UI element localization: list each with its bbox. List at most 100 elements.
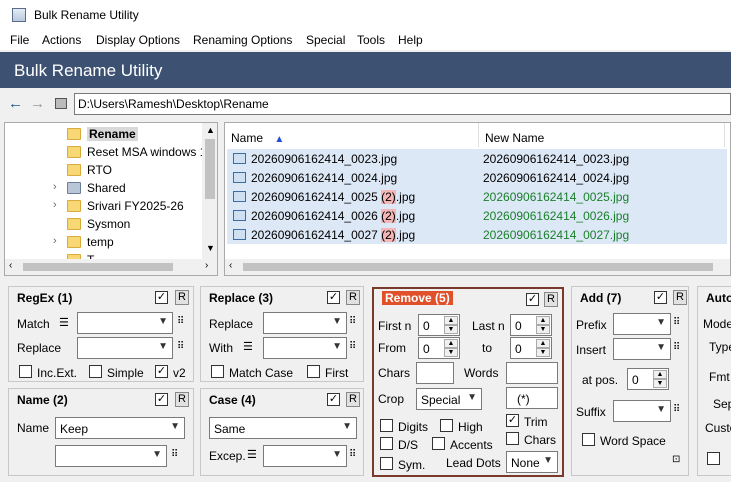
spin-up-icon[interactable]: ▲ — [536, 316, 550, 325]
file-row[interactable]: 20260906162414_0027 (2).jpg 202609061624… — [227, 225, 727, 244]
chevron-down-icon[interactable]: ▼ — [342, 421, 352, 432]
trim-checkbox[interactable]: ✓ — [506, 414, 519, 427]
tree-item[interactable]: Reset MSA windows 1 — [5, 143, 206, 161]
name-text-combo[interactable]: ▼ — [55, 445, 167, 467]
ds-checkbox[interactable] — [380, 437, 393, 450]
menu-display-options[interactable]: Display Options — [96, 33, 180, 47]
crop-select[interactable]: Special ▼ — [416, 388, 482, 410]
replace-enable-checkbox[interactable]: ✓ — [327, 291, 340, 304]
menu-list-icon[interactable]: ☰ — [59, 316, 69, 329]
tree-item[interactable]: › temp — [5, 233, 205, 251]
spin-down-icon[interactable]: ▼ — [444, 348, 458, 357]
regex-enable-checkbox[interactable]: ✓ — [155, 291, 168, 304]
chars-input[interactable] — [416, 362, 454, 384]
match-case-checkbox[interactable] — [211, 365, 224, 378]
chevron-down-icon[interactable]: ▼ — [656, 317, 666, 328]
file-row[interactable]: 20260906162414_0023.jpg 20260906162414_0… — [227, 149, 727, 168]
words-input[interactable] — [506, 362, 558, 384]
spin-up-icon[interactable]: ▲ — [536, 339, 550, 348]
name-enable-checkbox[interactable]: ✓ — [155, 393, 168, 406]
menu-renaming-options[interactable]: Renaming Options — [193, 33, 292, 47]
name-mode-select[interactable]: Keep ▼ — [55, 417, 185, 439]
spin-down-icon[interactable]: ▼ — [536, 325, 550, 334]
path-input[interactable]: D:\Users\Ramesh\Desktop\Rename — [74, 93, 731, 115]
chevron-up-icon[interactable]: ▲ — [206, 125, 215, 135]
with-combo[interactable]: ▼ — [263, 337, 347, 359]
folder-tree[interactable]: Rename Reset MSA windows 1 RTO › Shared … — [4, 122, 218, 276]
menu-list-icon[interactable]: ☰ — [247, 448, 257, 461]
prefix-combo[interactable]: ▼ — [613, 313, 671, 335]
grip-icon[interactable]: ⠿ — [673, 342, 680, 353]
remove-reset-button[interactable]: R — [544, 292, 558, 307]
incext-checkbox[interactable] — [19, 365, 32, 378]
drive-icon[interactable] — [55, 98, 67, 109]
name-reset-button[interactable]: R — [175, 392, 189, 407]
scrollbar-thumb[interactable] — [205, 139, 215, 199]
grip-icon[interactable]: ⠿ — [171, 449, 178, 460]
chevron-down-icon[interactable]: ▼ — [158, 316, 168, 327]
spin-up-icon[interactable]: ▲ — [653, 370, 667, 379]
spin-down-icon[interactable]: ▼ — [653, 379, 667, 388]
file-list[interactable]: Name ▲ New Name 20260906162414_0023.jpg … — [224, 122, 731, 276]
tree-item[interactable]: Rename — [5, 125, 205, 143]
spin-down-icon[interactable]: ▼ — [536, 348, 550, 357]
chevron-down-icon[interactable]: ▼ — [543, 455, 553, 466]
grip-icon[interactable]: ⠿ — [177, 316, 184, 327]
case-enable-checkbox[interactable]: ✓ — [327, 393, 340, 406]
back-arrow-icon[interactable]: ← — [8, 95, 23, 112]
from-spinner[interactable]: 0 ▲ ▼ — [418, 337, 460, 359]
menu-list-icon[interactable]: ☰ — [243, 340, 253, 353]
last-n-spinner[interactable]: 0 ▲ ▼ — [510, 314, 552, 336]
column-header-name[interactable]: Name ▲ — [225, 123, 479, 147]
tree-item[interactable]: Sysmon — [5, 215, 205, 233]
chevron-right-icon[interactable]: › — [53, 235, 57, 247]
chevron-left-icon[interactable]: ‹ — [229, 260, 232, 271]
remove-enable-checkbox[interactable]: ✓ — [526, 293, 539, 306]
accents-checkbox[interactable] — [432, 437, 445, 450]
scrollbar-thumb[interactable] — [23, 263, 173, 271]
menu-tools[interactable]: Tools — [357, 33, 385, 47]
file-row[interactable]: 20260906162414_0024.jpg 20260906162414_0… — [227, 168, 727, 187]
menu-file[interactable]: File — [10, 33, 29, 47]
file-row[interactable]: 20260906162414_0026 (2).jpg 202609061624… — [227, 206, 727, 225]
regex-reset-button[interactable]: R — [175, 290, 189, 305]
case-select[interactable]: Same ▼ — [209, 417, 357, 439]
grip-icon[interactable]: ⠿ — [349, 341, 356, 352]
tree-item[interactable]: › Shared — [5, 179, 205, 197]
crop-text-input[interactable]: (*) — [506, 387, 558, 409]
chevron-right-icon[interactable]: › — [205, 260, 208, 271]
spin-up-icon[interactable]: ▲ — [444, 339, 458, 348]
tree-horizontal-scrollbar[interactable]: ‹ › — [5, 259, 217, 275]
chevron-down-icon[interactable]: ▼ — [170, 421, 180, 432]
digits-checkbox[interactable] — [380, 419, 393, 432]
chevron-down-icon[interactable]: ▼ — [656, 404, 666, 415]
replace-combo[interactable]: ▼ — [263, 312, 347, 334]
chevron-down-icon[interactable]: ▼ — [467, 392, 477, 403]
forward-arrow-icon[interactable]: → — [30, 95, 45, 112]
spin-up-icon[interactable]: ▲ — [444, 316, 458, 325]
high-checkbox[interactable] — [440, 419, 453, 432]
spin-down-icon[interactable]: ▼ — [444, 325, 458, 334]
first-checkbox[interactable] — [307, 365, 320, 378]
chevron-down-icon[interactable]: ▼ — [206, 243, 215, 253]
regex-match-combo[interactable]: ▼ — [77, 312, 173, 334]
auto-checkbox[interactable] — [707, 452, 720, 465]
lead-dots-select[interactable]: None ▼ — [506, 451, 558, 473]
menu-special[interactable]: Special — [306, 33, 345, 47]
v2-checkbox[interactable]: ✓ — [155, 365, 168, 378]
add-enable-checkbox[interactable]: ✓ — [654, 291, 667, 304]
grip-icon[interactable]: ⠿ — [349, 449, 356, 460]
sym-checkbox[interactable] — [380, 457, 393, 470]
tree-item[interactable]: RTO — [5, 161, 205, 179]
chevron-down-icon[interactable]: ▼ — [332, 341, 342, 352]
first-n-spinner[interactable]: 0 ▲ ▼ — [418, 314, 460, 336]
to-spinner[interactable]: 0 ▲ ▼ — [510, 337, 552, 359]
chevron-down-icon[interactable]: ▼ — [332, 316, 342, 327]
at-pos-spinner[interactable]: 0 ▲ ▼ — [627, 368, 669, 390]
menu-help[interactable]: Help — [398, 33, 423, 47]
chevron-down-icon[interactable]: ▼ — [656, 342, 666, 353]
files-horizontal-scrollbar[interactable]: ‹ — [225, 259, 730, 275]
scrollbar-thumb[interactable] — [243, 263, 713, 271]
exception-combo[interactable]: ▼ — [263, 445, 347, 467]
file-row[interactable]: 20260906162414_0025 (2).jpg 202609061624… — [227, 187, 727, 206]
